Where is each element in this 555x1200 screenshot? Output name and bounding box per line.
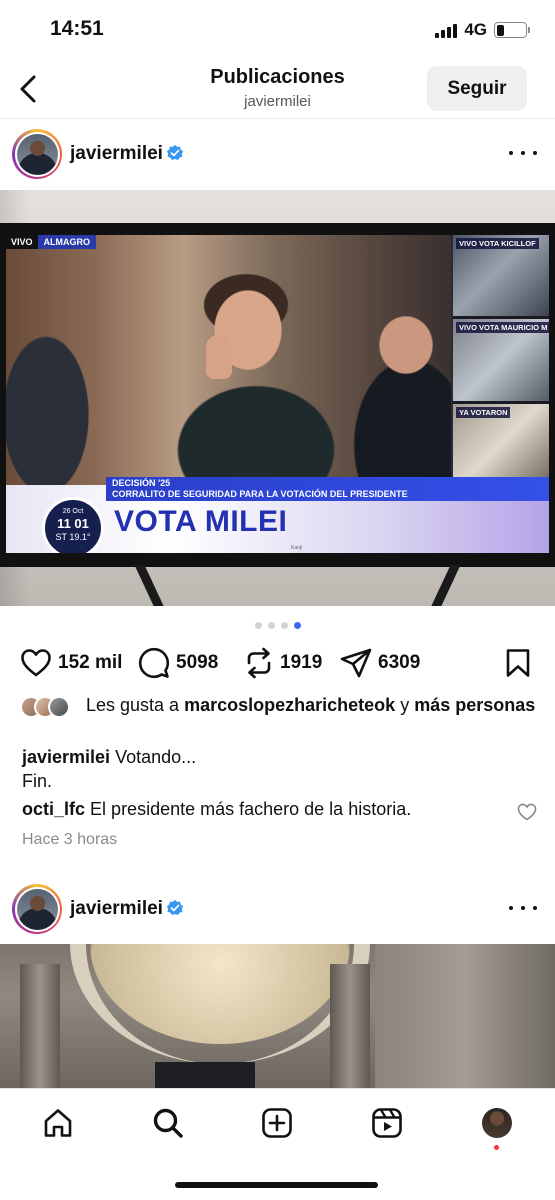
tv-side-label: VIVO VOTA MAURICIO M [456,322,549,334]
comment-icon [138,647,170,679]
tv-stand [429,565,461,606]
nav-home[interactable] [40,1105,76,1141]
tv-main-feed: VIVO ALMAGRO [6,235,451,485]
follow-button[interactable]: Seguir [427,66,527,111]
post-username[interactable]: javiermilei [70,898,163,920]
tv-live-tag: VIVO ALMAGRO [6,235,97,249]
tv-clock: 26 Oct 11 01 ST 19.1° [42,497,104,553]
like-button[interactable]: 152 mil [20,646,122,680]
likes-summary[interactable]: Les gusta a marcoslopezharicheteok y más… [20,694,540,718]
create-icon [262,1108,292,1138]
carousel-dot [280,622,288,629]
tv-lower-third: DECISIÓN '25 CORRALITO DE SEGURIDAD PARA… [6,477,549,553]
share-button[interactable]: 6309 [340,646,420,680]
post-header: javiermilei [0,884,555,938]
post-timestamp: Hace 3 horas [22,831,118,848]
carousel-dot [254,622,262,629]
post-image[interactable] [0,944,555,1090]
post-actions: 152 mil 5098 1919 6309 [0,646,555,680]
verified-badge-icon [166,144,184,161]
top-comment: octi_lfc El presidente más fachero de la… [22,799,411,820]
comment-text: El presidente más fachero de la historia… [90,799,412,819]
status-bar: 14:51 4G [0,0,555,60]
likes-count: 152 mil [58,652,123,673]
comments-count: 5098 [176,652,219,673]
carousel-dot [267,622,275,629]
story-avatar[interactable] [12,884,62,934]
home-indicator [175,1182,378,1188]
heart-icon [21,649,51,677]
page-header: Publicaciones javiermilei Seguir [0,60,555,118]
comment-username[interactable]: octi_lfc [22,799,85,819]
profile-avatar [482,1108,512,1138]
bookmark-icon [506,649,530,677]
tv-headline: VOTA MILEI [114,505,288,538]
battery-level [496,24,504,36]
carousel-dot [293,622,301,629]
tv-strip-bottom: CORRALITO DE SEGURIDAD PARA LA VOTACIÓN … [112,489,408,499]
avatar [16,133,58,175]
tv-stand [134,565,166,606]
header-divider [0,118,555,119]
post-header: javiermilei [0,129,555,183]
save-button[interactable] [503,648,533,678]
nav-create[interactable] [259,1105,295,1141]
status-indicators: 4G [435,20,530,40]
comment-button[interactable]: 5098 [138,646,218,680]
carousel-indicator [0,622,555,629]
network-type: 4G [464,20,487,39]
shares-count: 6309 [378,652,421,673]
notification-dot [494,1145,499,1150]
more-options-button[interactable] [509,141,537,165]
plaque [155,1062,255,1090]
caption-username[interactable]: javiermilei [22,747,110,767]
tv-screen: VIVO ALMAGRO VIVO VOTA KICILLOF VIVO VOT… [6,235,549,553]
comment-like-icon[interactable] [517,802,537,822]
battery-icon [494,22,530,38]
liker-username[interactable]: marcoslopezharicheteok [184,695,395,715]
home-icon [44,1109,72,1137]
tv-side-label: VIVO VOTA KICILLOF [456,238,539,249]
tv-photo: VIVO ALMAGRO VIVO VOTA KICILLOF VIVO VOT… [0,223,555,567]
nav-search[interactable] [150,1105,186,1141]
post-username[interactable]: javiermilei [70,143,163,165]
liker-avatars [20,696,70,718]
status-time: 14:51 [50,17,104,40]
avatar [48,696,70,718]
post-image[interactable]: VIVO ALMAGRO VIVO VOTA KICILLOF VIVO VOT… [0,190,555,606]
story-avatar[interactable] [12,129,62,179]
reels-icon [372,1108,402,1138]
repost-icon [247,647,271,679]
verified-badge-icon [166,899,184,916]
likes-text: Les gusta a marcoslopezharicheteok y más… [86,695,536,715]
send-icon [340,648,372,678]
tv-side-feeds: VIVO VOTA KICILLOF VIVO VOTA MAURICIO M … [453,235,549,485]
tv-side-label: YA VOTARON [456,406,511,418]
repost-button[interactable]: 1919 [244,646,322,680]
signal-icon [435,22,458,38]
nav-profile[interactable] [479,1105,515,1141]
tv-brand: Kanji [291,545,303,551]
tv-strip-top: DECISIÓN '25 [112,478,171,488]
search-icon [153,1108,183,1138]
post-caption: javiermilei Votando... Fin. [22,747,197,791]
nav-reels[interactable] [369,1105,405,1141]
avatar [16,888,58,930]
reposts-count: 1919 [280,652,323,673]
more-options-button[interactable] [509,896,537,920]
